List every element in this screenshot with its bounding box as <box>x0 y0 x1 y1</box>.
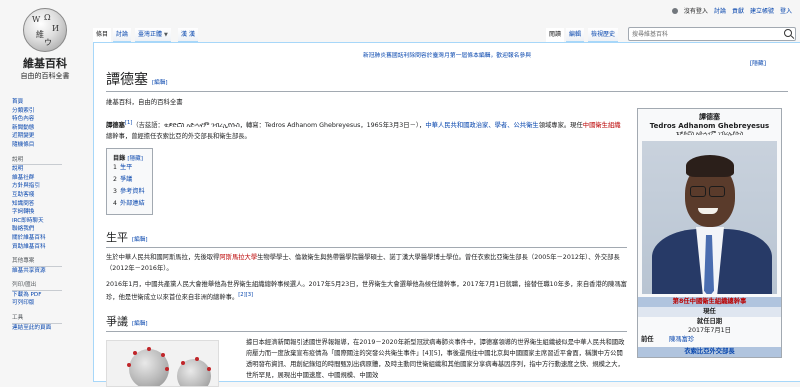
section-title: 爭議 <box>106 315 128 329</box>
search-input[interactable] <box>632 29 772 39</box>
sidebar-head-tools: 工具 <box>12 314 62 324</box>
lead-link-1[interactable]: 中華人民共和國政治家、學者、 <box>425 122 513 129</box>
chevron-down-icon: ▼ <box>163 32 168 38</box>
search-box <box>628 27 796 41</box>
title-edit-link[interactable]: [編輯] <box>152 80 168 86</box>
section-edit-link[interactable]: [編輯] <box>132 321 148 327</box>
sidebar-item-random[interactable]: 隨機條目 <box>12 141 92 150</box>
controversy-paragraph: 據日本經濟新聞報引述國世界報報導，在2019－2020年新型冠狀病毒肺炎事件中，… <box>246 339 625 380</box>
foreign-minister-link[interactable]: 衣索比亞外交部長 <box>684 348 734 355</box>
sidebar-item-donate[interactable]: 資助維基百科 <box>12 243 92 252</box>
page-tabs: 條目 討論 臺灣正體 ▼ 漢 漢 閱讀 編輯 檢視歷史 <box>93 26 800 42</box>
sidebar-head-help: 說明 <box>12 156 62 166</box>
search-icon[interactable] <box>784 29 792 37</box>
contributions-link[interactable]: 貢獻 <box>732 6 744 15</box>
han-label-2: 漢 <box>188 31 195 38</box>
site-notice[interactable]: 新冠肺炎舊國話利除問容於臺灣月第一屆條本編輯，歡迎報名參與 <box>106 50 788 59</box>
variant-label: 臺灣正體 <box>138 31 163 38</box>
section-heading-biography: 生平 [編輯] <box>106 229 627 249</box>
table-of-contents: 目錄 [隱藏] 1 生平 2 爭議 3 參考資料 4 外部連結 <box>106 148 153 216</box>
lead-paragraph: 譚德塞[1]（吉茲語：ቴዎድሮስ አድሓኖም ገብረኢየሱስ，轉寫：Tedros… <box>106 118 626 142</box>
tab-article[interactable]: 條目 <box>93 28 112 42</box>
tab-read[interactable]: 閱讀 <box>546 28 565 42</box>
sidebar-item-news[interactable]: 新聞動態 <box>12 124 92 133</box>
sidebar-item-printable[interactable]: 可列印版 <box>12 299 92 308</box>
lead-text-3: 總幹事，曾經擔任衣索比亞的外交部長和衛生部長。 <box>106 133 251 141</box>
sidebar-item-village-pump[interactable]: 互助客棧 <box>12 191 92 200</box>
hide-notice-link[interactable]: [隱藏] <box>750 58 766 67</box>
sidebar-item-featured[interactable]: 特色內容 <box>12 115 92 124</box>
sidebar-item-conversion[interactable]: 字詞轉換 <box>12 208 92 217</box>
citation-link[interactable]: [2][3] <box>238 292 253 298</box>
infobox-since-label: 就任日期 <box>696 318 723 325</box>
lead-name: 譚德塞 <box>106 122 125 130</box>
sidebar-item-policies[interactable]: 方針與指引 <box>12 182 92 191</box>
biography-paragraph-1: 生於中華人民共和國阿斯馬拉，先後取得阿斯馬拉大學生物學學士、倫敦衛生與熱帶醫學院… <box>106 254 620 273</box>
talk-link[interactable]: 討論 <box>714 6 726 15</box>
lead-text-1: （吉茲語：ቴዎድሮስ አድሓኖም ገብረኢየሱስ，轉寫：Tedros Adhan… <box>132 122 426 130</box>
sidebar-item-contact[interactable]: 聯絡我們 <box>12 225 92 234</box>
section-edit-link[interactable]: [編輯] <box>132 237 148 243</box>
toc-item[interactable]: 1 生平 <box>113 162 145 174</box>
section-heading-controversy: 爭議 [編輯] <box>106 313 627 333</box>
sidebar-item-community[interactable]: 維基社群 <box>12 174 92 183</box>
sidebar-item-download-pdf[interactable]: 下載為 PDF <box>12 291 92 300</box>
predecessor-link[interactable]: 陳馮富珍 <box>669 335 694 344</box>
create-account-link[interactable]: 建立帳號 <box>750 6 774 15</box>
infobox-predecessor: 前任 陳馮富珍 <box>641 335 695 344</box>
infobox-name: 譚德塞 <box>699 113 720 121</box>
sidebar-item-commons[interactable]: 維基共享資源 <box>12 267 92 276</box>
sidebar-item-what-links-here[interactable]: 連結至此的頁面 <box>12 324 92 333</box>
sidebar-item-categories[interactable]: 分類索引 <box>12 107 92 116</box>
sidebar: 首頁 分類索引 特色內容 新聞動態 近期變更 隨機條目 說明 說明 維基社群 方… <box>12 98 92 332</box>
tab-history[interactable]: 檢視歷史 <box>588 28 619 42</box>
sidebar-item-recent-changes[interactable]: 近期變更 <box>12 132 92 141</box>
infobox-office-band: 第8任中國衛生組織總幹事 <box>638 297 781 307</box>
sidebar-head-print: 列印/匯出 <box>12 281 62 291</box>
portrait-photo[interactable] <box>642 141 777 294</box>
page-title-text: 譚德塞 <box>106 72 148 88</box>
toc-title: 目錄 <box>113 155 126 163</box>
sidebar-item-about[interactable]: 關於維基百科 <box>12 234 92 243</box>
tagline: 維基百科，自由的百科全書 <box>106 98 183 106</box>
toc-item[interactable]: 4 外部連結 <box>113 198 145 210</box>
infobox-native-name: ቴዎድሮስ አድሓኖም ገብረኢየሱስ <box>675 131 744 137</box>
tab-edit[interactable]: 編輯 <box>566 28 585 42</box>
logo-title: 維基百科 <box>23 57 67 70</box>
infobox-current: 現任 <box>638 307 781 317</box>
han-label-1: 漢 <box>181 31 188 38</box>
lead-text-2: 領域專家。現任 <box>538 122 583 130</box>
sidebar-item-help[interactable]: 說明 <box>12 165 92 174</box>
lead-link-2[interactable]: 公共衛生 <box>514 122 539 129</box>
user-icon <box>671 7 678 14</box>
sidebar-item-qa[interactable]: 知識問答 <box>12 200 92 209</box>
section-title: 生平 <box>106 231 128 245</box>
infobox: 譚德塞 Tedros Adhanom Ghebreyesus ቴዎድሮስ አድሓ… <box>637 108 782 358</box>
tab-talk[interactable]: 討論 <box>113 28 132 42</box>
biography-paragraph-2: 2016年1月，中國共產黨人民大會推舉他為世界衛生組織總幹事候選人。2017年5… <box>106 281 627 302</box>
sidebar-head-other-projects: 其他專案 <box>12 257 62 267</box>
asmara-university-link[interactable]: 阿斯馬拉大學 <box>219 254 257 261</box>
sidebar-item-main-page[interactable]: 首頁 <box>12 98 92 107</box>
sidebar-item-irc[interactable]: IRC即時聊天 <box>12 217 92 226</box>
lead-red-link[interactable]: 中國衛生組織 <box>583 122 621 129</box>
infobox-name-en: Tedros Adhanom Ghebreyesus <box>649 122 770 130</box>
main-content: 新冠肺炎舊國話利除問容於臺灣月第一屆條本編輯，歡迎報名參與 [隱藏] 譚德塞 [編… <box>93 42 800 387</box>
personal-tools: 沒有登入 討論 貢獻 建立帳號 登入 <box>671 6 792 15</box>
office-title[interactable]: 第8任中國衛生組織總幹事 <box>673 298 747 305</box>
toc-item[interactable]: 3 參考資料 <box>113 186 145 198</box>
toc-item[interactable]: 2 爭議 <box>113 174 145 186</box>
tab-han[interactable]: 漢 漢 <box>178 28 198 42</box>
coronavirus-image[interactable] <box>106 340 219 387</box>
infobox-next-band: 衣索比亞外交部長 <box>638 347 781 357</box>
site-logo[interactable]: WΩИ維ウ 維基百科 自由的百科全書 <box>12 8 78 81</box>
logo-subtitle: 自由的百科全書 <box>20 72 70 80</box>
not-logged-in-text: 沒有登入 <box>683 8 708 15</box>
wikipedia-globe-icon: WΩИ維ウ <box>23 8 67 52</box>
page-title: 譚德塞 [編輯] <box>106 69 788 92</box>
login-link[interactable]: 登入 <box>780 6 792 15</box>
infobox-since-date: 2017年7月1日 <box>688 327 731 334</box>
tab-variant[interactable]: 臺灣正體 ▼ <box>135 28 171 42</box>
